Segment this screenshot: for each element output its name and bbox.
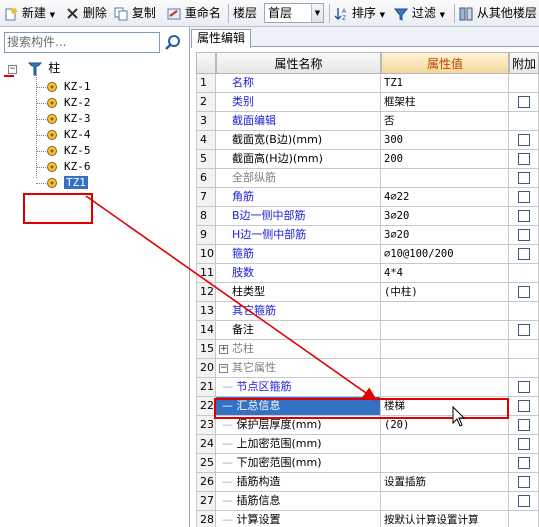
annotation-arrow-layer [85,195,466,427]
mouse-cursor-icon [452,405,466,427]
annotation-arrow [85,195,378,401]
